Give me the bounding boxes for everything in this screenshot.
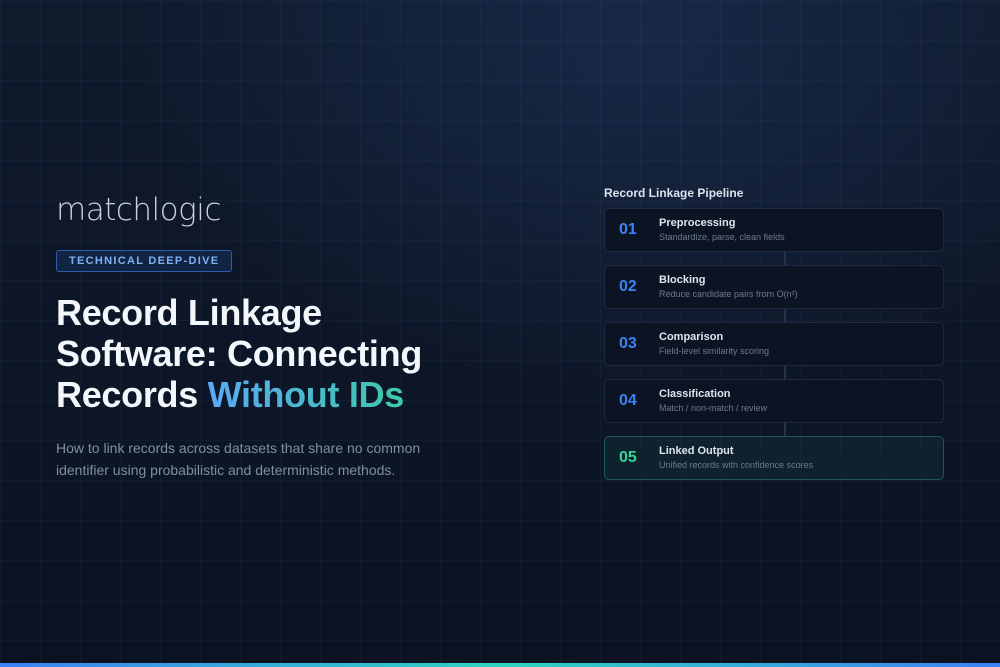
step-text: Classification Match / non-match / revie… bbox=[659, 388, 767, 414]
step-name: Blocking bbox=[659, 274, 706, 286]
category-badge: TECHNICAL DEEP-DIVE bbox=[56, 250, 233, 272]
step-text: Linked Output Unified records with confi… bbox=[659, 445, 813, 471]
step-description: Field-level similarity scoring bbox=[659, 346, 770, 356]
page-title: Record Linkage Software: Connecting Reco… bbox=[56, 292, 496, 415]
step-number: 05 bbox=[619, 449, 637, 466]
step-text: Blocking Reduce candidate pairs from O(n… bbox=[659, 274, 798, 300]
title-line-3: Records bbox=[56, 374, 208, 415]
step-number: 02 bbox=[619, 278, 637, 295]
pipeline-step-classification: 04 Classification Match / non-match / re… bbox=[604, 379, 944, 423]
pipeline-title: Record Linkage Pipeline bbox=[604, 186, 744, 200]
step-name: Preprocessing bbox=[659, 217, 736, 229]
bottom-accent-bar bbox=[0, 663, 1000, 667]
pipeline-step-preprocessing: 01 Preprocessing Standardize, parse, cle… bbox=[604, 208, 944, 252]
step-number: 01 bbox=[619, 221, 637, 238]
step-description: Match / non-match / review bbox=[659, 403, 768, 413]
step-description: Unified records with confidence scores bbox=[659, 460, 814, 470]
step-text: Preprocessing Standardize, parse, clean … bbox=[659, 217, 785, 243]
step-name: Linked Output bbox=[659, 445, 734, 457]
step-description: Standardize, parse, clean fields bbox=[659, 232, 785, 242]
title-line-2: Software: Connecting bbox=[56, 333, 423, 374]
step-text: Comparison Field-level similarity scorin… bbox=[659, 331, 769, 357]
matchlogic-logo[interactable]: matchlogic bbox=[56, 190, 496, 230]
badge-row: TECHNICAL DEEP-DIVE bbox=[56, 230, 496, 272]
title-line-1: Record Linkage bbox=[56, 292, 322, 333]
hero-section: matchlogic TECHNICAL DEEP-DIVE Record Li… bbox=[56, 190, 496, 481]
step-number: 03 bbox=[619, 335, 637, 352]
step-number: 04 bbox=[619, 392, 637, 409]
page-subtitle: How to link records across datasets that… bbox=[56, 440, 421, 478]
pipeline-step-blocking: 02 Blocking Reduce candidate pairs from … bbox=[604, 265, 944, 309]
title-accent: Without IDs bbox=[207, 374, 405, 415]
step-name: Classification bbox=[659, 388, 731, 400]
pipeline-step-linked-output: 05 Linked Output Unified records with co… bbox=[604, 436, 944, 480]
pipeline-step-comparison: 03 Comparison Field-level similarity sco… bbox=[604, 322, 944, 366]
pipeline-steps: 01 Preprocessing Standardize, parse, cle… bbox=[604, 208, 944, 480]
step-description: Reduce candidate pairs from O(n²) bbox=[659, 289, 798, 299]
step-name: Comparison bbox=[659, 331, 724, 343]
pipeline-diagram: Record Linkage Pipeline 01 Preprocessing… bbox=[604, 185, 944, 480]
